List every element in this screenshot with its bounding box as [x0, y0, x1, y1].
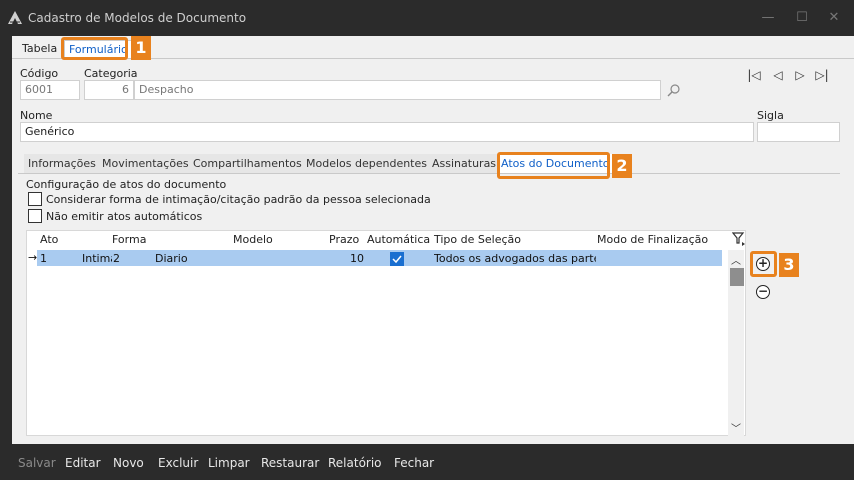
sigla-label: Sigla: [757, 109, 784, 122]
next-record-button[interactable]: ▷: [792, 67, 808, 83]
minimize-icon[interactable]: —: [758, 8, 778, 28]
column-header-ato[interactable]: Ato: [40, 233, 58, 246]
nome-label: Nome: [20, 109, 53, 122]
excluir-button[interactable]: Excluir: [158, 456, 198, 470]
column-header-tipo-selecao[interactable]: Tipo de Seleção: [434, 233, 521, 246]
automatica-checked-icon[interactable]: [390, 252, 404, 266]
scroll-down-icon[interactable]: ﹀: [731, 420, 741, 435]
window-border: [0, 36, 12, 444]
maximize-icon[interactable]: ☐: [792, 8, 812, 28]
column-header-automatica[interactable]: Automática: [367, 233, 430, 246]
editar-button[interactable]: Editar: [65, 456, 101, 470]
first-record-button[interactable]: |◁: [746, 67, 762, 83]
config-title: Configuração de atos do documento: [26, 178, 227, 191]
callout-badge-3: 3: [779, 253, 799, 277]
cell-forma: Intimação: [82, 252, 112, 265]
app-logo-icon: [8, 11, 22, 24]
row-pointer-icon: →: [28, 251, 38, 264]
callout-badge-2: 2: [612, 154, 632, 178]
subtab-compartilhamentos[interactable]: Compartilhamentos: [189, 154, 307, 173]
subtab-divider: [18, 173, 840, 174]
column-header-modo-finalizacao[interactable]: Modo de Finalização: [597, 233, 708, 246]
callout-badge-1: 1: [131, 36, 151, 60]
callout-frame-2: [497, 152, 610, 179]
callout-frame-3: [750, 251, 777, 277]
cell-ato: 1: [40, 252, 47, 265]
subtab-movimentacoes[interactable]: Movimentações: [98, 154, 194, 173]
callout-frame-1: [61, 37, 128, 60]
column-header-forma[interactable]: Forma: [112, 233, 146, 246]
subtab-assinaturas[interactable]: Assinaturas: [428, 154, 502, 173]
nao-emitir-checkbox[interactable]: [28, 209, 42, 223]
search-icon[interactable]: [667, 83, 681, 97]
subtab-modelos-dependentes[interactable]: Modelos dependentes: [302, 154, 432, 173]
nome-field[interactable]: Genérico: [20, 122, 754, 142]
categoria-code-field[interactable]: 6: [84, 80, 134, 100]
cell-tipo-selecao: Todos os advogados das partes: [434, 252, 596, 265]
previous-record-button[interactable]: ◁: [770, 67, 786, 83]
consider-forma-checkbox[interactable]: [28, 192, 42, 206]
tab-tabela[interactable]: Tabela: [18, 40, 61, 58]
categoria-label: Categoria: [84, 67, 138, 80]
cell-modelo: Diario: [155, 252, 188, 265]
limpar-button[interactable]: Limpar: [208, 456, 250, 470]
categoria-name-field[interactable]: Despacho: [134, 80, 661, 100]
title-bar: Cadastro de Modelos de Documento — ☐ ✕: [0, 0, 854, 36]
column-header-modelo[interactable]: Modelo: [233, 233, 273, 246]
novo-button[interactable]: Novo: [113, 456, 144, 470]
table-row[interactable]: [37, 250, 722, 266]
subtab-informacoes[interactable]: Informações: [24, 154, 101, 173]
scrollbar-thumb[interactable]: [730, 268, 744, 286]
codigo-field[interactable]: 6001: [20, 80, 80, 100]
salvar-button[interactable]: Salvar: [18, 456, 56, 470]
filter-icon[interactable]: [732, 232, 746, 246]
remove-ato-button[interactable]: −: [756, 285, 770, 299]
relatorio-button[interactable]: Relatório: [328, 456, 382, 470]
window-title: Cadastro de Modelos de Documento: [28, 11, 247, 25]
column-header-prazo[interactable]: Prazo: [329, 233, 359, 246]
sigla-field[interactable]: [757, 122, 840, 142]
codigo-label: Código: [20, 67, 59, 80]
nao-emitir-label: Não emitir atos automáticos: [46, 210, 203, 223]
cell-forma-code: 2: [113, 252, 120, 265]
close-icon[interactable]: ✕: [824, 8, 844, 28]
fechar-button[interactable]: Fechar: [394, 456, 434, 470]
cell-prazo: 10: [350, 252, 364, 265]
restaurar-button[interactable]: Restaurar: [261, 456, 319, 470]
last-record-button[interactable]: ▷|: [814, 67, 830, 83]
scroll-up-icon[interactable]: ︿: [731, 252, 741, 267]
consider-forma-label: Considerar forma de intimação/citação pa…: [46, 193, 431, 206]
